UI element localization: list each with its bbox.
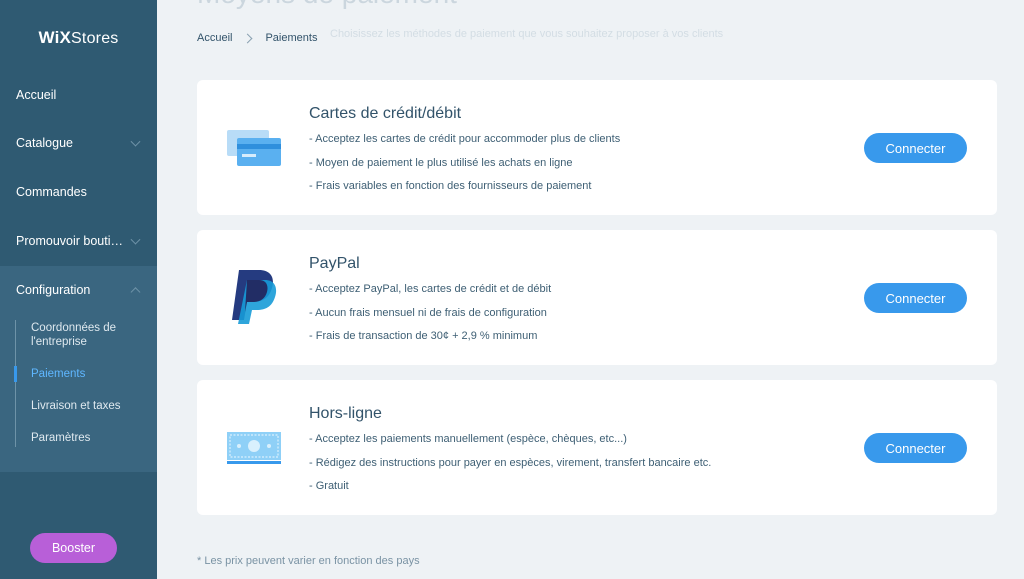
chevron-up-icon (130, 287, 141, 298)
card-features: - Acceptez les cartes de crédit pour acc… (309, 132, 620, 203)
sidebar: WiXStores Accueil Catalogue Commandes Pr… (0, 0, 157, 579)
connect-credit-button[interactable]: Connecter (864, 133, 967, 163)
chevron-down-icon (130, 234, 141, 245)
submenu-active-indicator (14, 366, 17, 382)
banknote-icon (227, 432, 281, 464)
chevron-down-icon (130, 136, 141, 147)
feature-line: - Acceptez PayPal, les cartes de crédit … (309, 283, 552, 295)
sidebar-item-configuration[interactable]: Configuration (0, 266, 157, 314)
sidebar-subitem-paiements[interactable]: Paiements (31, 367, 151, 381)
breadcrumb: Accueil Paiements (197, 32, 317, 44)
page-title: Moyens de paiement (197, 0, 457, 10)
breadcrumb-home[interactable]: Accueil (197, 32, 232, 44)
feature-line: - Gratuit (309, 480, 349, 492)
card-title: Cartes de crédit/débit (309, 105, 462, 122)
sidebar-item-label: Catalogue (16, 136, 73, 150)
paypal-icon (232, 270, 277, 324)
page-subtitle: Choisissez les méthodes de paiement que … (330, 28, 724, 40)
feature-line: - Frais variables en fonction des fourni… (309, 180, 592, 192)
sidebar-item-label: Commandes (16, 185, 87, 199)
payment-card-credit: Cartes de crédit/débit - Acceptez les ca… (197, 80, 997, 215)
feature-line: - Aucun frais mensuel ni de frais de con… (309, 306, 547, 319)
payment-card-paypal: PayPal - Acceptez PayPal, les cartes de … (197, 230, 997, 365)
feature-line: - Frais de transaction de 30¢ + 2,9 % mi… (309, 330, 538, 342)
feature-line: - Moyen de paiement le plus utilisé les … (309, 156, 573, 169)
card-features: - Acceptez PayPal, les cartes de crédit … (309, 282, 551, 353)
card-title: Hors-ligne (309, 405, 382, 422)
payment-card-offline: Hors-ligne - Acceptez les paiements manu… (197, 380, 997, 515)
breadcrumb-current: Paiements (265, 32, 318, 44)
feature-line: - Acceptez les paiements manuellement (e… (309, 433, 627, 445)
feature-line: - Rédigez des instructions pour payer en… (309, 456, 712, 469)
sidebar-item-catalogue[interactable]: Catalogue (0, 119, 157, 167)
sidebar-subitem-livraison[interactable]: Livraison et taxes (31, 399, 151, 413)
sidebar-item-commandes[interactable]: Commandes (0, 168, 157, 216)
sidebar-item-label: Promouvoir bouti… (16, 234, 123, 248)
sidebar-item-label: Configuration (16, 283, 91, 297)
footnote: * Les prix peuvent varier en fonction de… (197, 555, 420, 567)
feature-line: - Acceptez les cartes de crédit pour acc… (309, 133, 621, 145)
sidebar-subitem-parametres[interactable]: Paramètres (31, 431, 151, 445)
logo-wix: WiX (38, 28, 72, 47)
sidebar-subitem-coordonnees[interactable]: Coordonnées de l'entreprise (31, 321, 151, 349)
wix-stores-logo[interactable]: WiXStores (0, 28, 157, 48)
sidebar-item-label: Accueil (16, 88, 57, 102)
logo-stores: Stores (71, 30, 119, 47)
card-features: - Acceptez les paiements manuellement (e… (309, 432, 711, 503)
card-title: PayPal (309, 255, 360, 272)
booster-button[interactable]: Booster (30, 533, 117, 563)
breadcrumb-chevron-icon (243, 33, 253, 43)
submenu-guide-line (15, 320, 16, 447)
credit-card-icon (227, 130, 281, 166)
connect-paypal-button[interactable]: Connecter (864, 283, 967, 313)
sidebar-item-promouvoir[interactable]: Promouvoir bouti… (0, 217, 157, 265)
sidebar-item-accueil[interactable]: Accueil (0, 71, 157, 119)
connect-offline-button[interactable]: Connecter (864, 433, 967, 463)
